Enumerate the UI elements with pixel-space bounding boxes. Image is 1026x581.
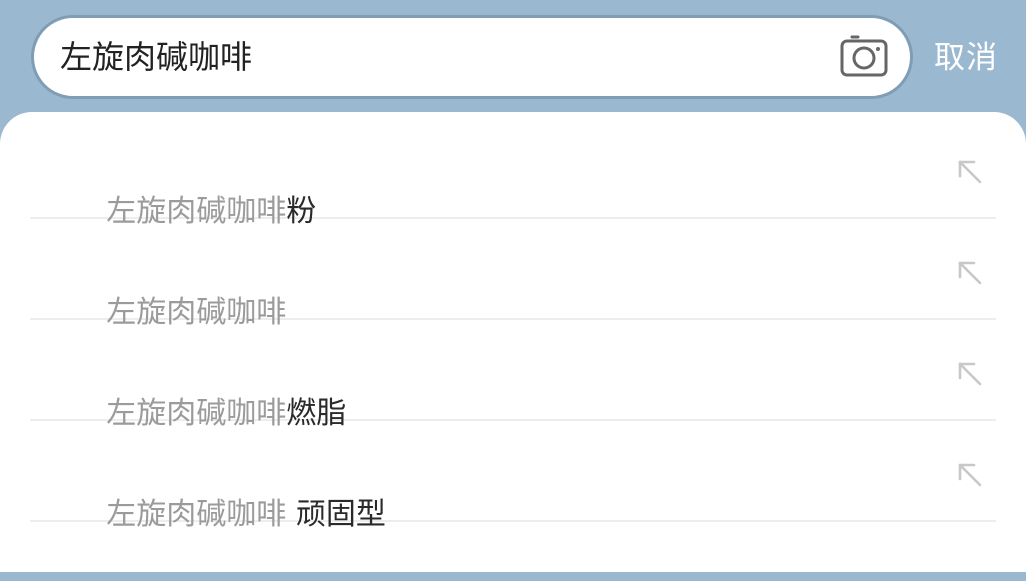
- suggestion-panel: 左旋肉碱咖啡粉 左旋肉碱咖啡 左旋肉碱咖啡燃脂 左旋肉碱咖啡 顽固型: [0, 112, 1026, 572]
- arrow-up-left-icon[interactable]: [954, 358, 986, 390]
- search-header: 取消: [0, 0, 1026, 130]
- cancel-button[interactable]: 取消: [934, 34, 1008, 82]
- suggestion-text: 左旋肉碱咖啡燃脂: [30, 348, 346, 431]
- suggestion-text: 左旋肉碱咖啡粉: [30, 146, 316, 229]
- suggestion-suffix: 顽固型: [286, 497, 386, 532]
- list-item[interactable]: 左旋肉碱咖啡粉: [30, 118, 996, 229]
- list-item[interactable]: 左旋肉碱咖啡燃脂: [30, 320, 996, 431]
- arrow-up-left-icon[interactable]: [954, 156, 986, 188]
- arrow-up-left-icon[interactable]: [954, 257, 986, 289]
- camera-icon[interactable]: [838, 33, 890, 83]
- list-item[interactable]: 左旋肉碱咖啡 顽固型: [30, 421, 996, 532]
- suggestion-prefix: 左旋肉碱咖啡: [106, 497, 287, 532]
- search-box[interactable]: [31, 15, 913, 99]
- arrow-up-left-icon[interactable]: [954, 459, 986, 491]
- list-item[interactable]: 左旋肉碱咖啡: [30, 219, 996, 330]
- suggestion-text: 左旋肉碱咖啡 顽固型: [30, 449, 386, 532]
- suggestion-text: 左旋肉碱咖啡: [30, 247, 286, 330]
- search-input[interactable]: [60, 30, 820, 84]
